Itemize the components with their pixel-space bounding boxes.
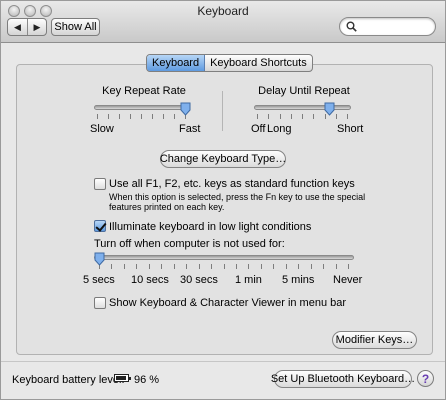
help-button[interactable]: ? bbox=[417, 370, 434, 387]
turn-off-tick bbox=[161, 264, 162, 269]
delay-repeat-tick bbox=[257, 114, 258, 119]
back-arrow-icon: ◀ bbox=[14, 21, 21, 32]
key-repeat-tick bbox=[108, 114, 109, 119]
delay-repeat-tick bbox=[302, 114, 303, 119]
turn-off-tick bbox=[261, 264, 262, 269]
turn-off-tick bbox=[323, 264, 324, 269]
turn-off-tick bbox=[124, 264, 125, 269]
battery-level-value: 96 % bbox=[134, 374, 160, 386]
show-keyboard-viewer-label: Show Keyboard & Character Viewer in menu… bbox=[109, 297, 347, 309]
tab-bar: Keyboard Keyboard Shortcuts bbox=[146, 54, 313, 72]
turn-off-tick bbox=[311, 264, 312, 269]
key-repeat-tick bbox=[97, 114, 98, 119]
illuminate-keyboard-checkbox[interactable] bbox=[94, 220, 106, 232]
delay-repeat-tick bbox=[313, 114, 314, 119]
tab-keyboard-shortcuts[interactable]: Keyboard Shortcuts bbox=[205, 55, 312, 71]
key-repeat-tick bbox=[152, 114, 153, 119]
forward-button[interactable]: ▶ bbox=[27, 19, 46, 35]
delay-until-repeat-track bbox=[254, 105, 351, 110]
turn-off-tick bbox=[273, 264, 274, 269]
key-repeat-rate-label: Key Repeat Rate bbox=[102, 85, 186, 97]
turn-off-slider[interactable] bbox=[94, 252, 105, 266]
delay-off-label: Off bbox=[251, 123, 266, 135]
delay-repeat-tick bbox=[291, 114, 292, 119]
turn-off-tick-label: Never bbox=[333, 274, 363, 286]
turn-off-tick bbox=[348, 264, 349, 269]
column-divider bbox=[222, 91, 223, 131]
delay-repeat-tick bbox=[268, 114, 269, 119]
turn-off-tick bbox=[224, 264, 225, 269]
key-repeat-tick bbox=[130, 114, 131, 119]
turn-off-tick bbox=[286, 264, 287, 269]
title-bar: Keyboard ◀ ▶ Show All bbox=[1, 1, 445, 43]
turn-off-tick bbox=[149, 264, 150, 269]
standard-function-keys-label: Use all F1, F2, etc. keys as standard fu… bbox=[109, 178, 355, 190]
turn-off-tick bbox=[236, 264, 237, 269]
turn-off-tick bbox=[136, 264, 137, 269]
turn-off-ticks bbox=[99, 264, 349, 269]
function-keys-help-line1: When this option is selected, press the … bbox=[109, 192, 366, 202]
footer-divider bbox=[1, 361, 445, 362]
delay-repeat-tick bbox=[336, 114, 337, 119]
key-repeat-fast-label: Fast bbox=[179, 123, 201, 135]
key-repeat-rate-slider[interactable] bbox=[180, 102, 191, 116]
show-all-button[interactable]: Show All bbox=[51, 18, 100, 36]
function-keys-help-line2: features printed on each key. bbox=[109, 202, 225, 212]
window-title: Keyboard bbox=[197, 4, 249, 18]
search-icon bbox=[346, 21, 357, 32]
change-keyboard-type-button[interactable]: Change Keyboard Type… bbox=[160, 150, 286, 168]
key-repeat-slow-label: Slow bbox=[90, 123, 114, 135]
show-keyboard-viewer-checkbox[interactable] bbox=[94, 297, 106, 309]
turn-off-tick bbox=[111, 264, 112, 269]
tab-panel bbox=[16, 64, 433, 355]
key-repeat-rate-ticks bbox=[97, 114, 186, 119]
key-repeat-rate-track bbox=[94, 105, 189, 110]
search-field[interactable] bbox=[339, 17, 436, 36]
turn-off-tick-label: 1 min bbox=[235, 274, 262, 286]
turn-off-track bbox=[94, 255, 354, 260]
delay-until-repeat-slider[interactable] bbox=[324, 102, 335, 116]
key-repeat-tick bbox=[119, 114, 120, 119]
turn-off-label: Turn off when computer is not used for: bbox=[94, 238, 285, 250]
tab-keyboard[interactable]: Keyboard bbox=[147, 55, 206, 71]
key-repeat-tick bbox=[163, 114, 164, 119]
key-repeat-tick bbox=[141, 114, 142, 119]
keyboard-preferences-window: Keyboard ◀ ▶ Show All Keyboard Keyboard … bbox=[0, 0, 446, 400]
standard-function-keys-checkbox[interactable] bbox=[94, 178, 106, 190]
turn-off-tick bbox=[211, 264, 212, 269]
delay-repeat-tick bbox=[280, 114, 281, 119]
delay-until-repeat-label: Delay Until Repeat bbox=[258, 85, 350, 97]
turn-off-tick-label: 5 mins bbox=[282, 274, 315, 286]
back-button[interactable]: ◀ bbox=[8, 19, 27, 35]
turn-off-tick bbox=[298, 264, 299, 269]
forward-arrow-icon: ▶ bbox=[33, 21, 41, 32]
help-icon: ? bbox=[421, 371, 430, 386]
turn-off-tick bbox=[336, 264, 337, 269]
delay-repeat-tick bbox=[347, 114, 348, 119]
delay-long-label: Long bbox=[267, 123, 292, 135]
key-repeat-tick bbox=[174, 114, 175, 119]
turn-off-tick bbox=[186, 264, 187, 269]
turn-off-tick-label: 5 secs bbox=[83, 274, 115, 286]
illuminate-keyboard-label: Illuminate keyboard in low light conditi… bbox=[109, 221, 312, 233]
delay-short-label: Short bbox=[337, 123, 364, 135]
back-forward-control: ◀ ▶ bbox=[7, 18, 47, 36]
modifier-keys-button[interactable]: Modifier Keys… bbox=[332, 331, 417, 349]
set-up-bluetooth-keyboard-button[interactable]: Set Up Bluetooth Keyboard… bbox=[271, 370, 415, 388]
turn-off-tick-label: 30 secs bbox=[180, 274, 218, 286]
battery-icon bbox=[114, 374, 131, 382]
search-input[interactable] bbox=[360, 19, 430, 34]
turn-off-tick bbox=[248, 264, 249, 269]
turn-off-tick bbox=[199, 264, 200, 269]
turn-off-tick-label: 10 secs bbox=[131, 274, 169, 286]
battery-level-label: Keyboard battery level: bbox=[12, 374, 125, 386]
turn-off-tick bbox=[174, 264, 175, 269]
